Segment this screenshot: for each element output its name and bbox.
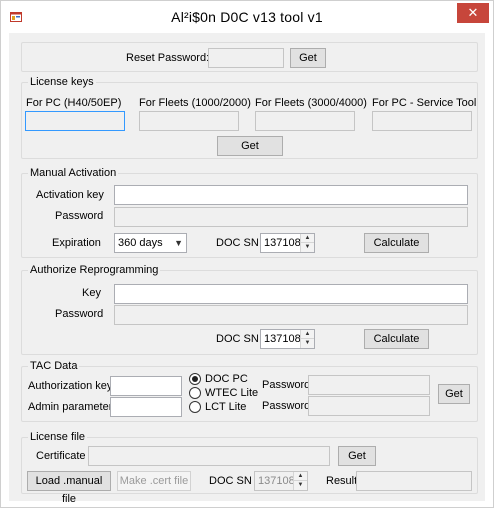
license-file-title: License file [28,431,88,444]
reprogramming-key-input[interactable] [114,284,468,304]
activation-doc-sn-updown[interactable]: ▲ ▼ [300,234,314,252]
license-keys-title: License keys [28,76,96,89]
radio-doc-pc-label: DOC PC [205,373,248,385]
license-doc-sn-updown[interactable]: ▲ ▼ [293,472,307,490]
license-service-tool-field[interactable] [372,111,472,131]
spin-up-icon[interactable]: ▲ [301,330,314,339]
radio-doc-pc-indicator [189,373,201,385]
tac-password1-label: Password [262,379,311,391]
manual-activation-group: Manual Activation Activation key Passwor… [21,167,478,258]
reprogramming-password-field[interactable] [114,305,468,325]
result-field[interactable] [356,471,472,491]
activation-key-input[interactable] [114,185,468,205]
result-label: Result [326,475,358,487]
close-icon: ✕ [467,5,479,20]
certificate-field[interactable] [88,446,330,466]
license-fleets-1000-field[interactable] [139,111,239,131]
license-keys-group: License keys For PC (H40/50EP) For Fleet… [21,76,478,159]
activation-doc-sn-value: 137108 [264,237,301,249]
radio-wtec-lite-indicator [189,387,201,399]
license-keys-get-button[interactable]: Get [217,136,283,156]
spin-up-icon[interactable]: ▲ [301,234,314,243]
radio-lct-lite-label: LCT Lite [205,401,247,413]
expiration-value: 360 days [118,237,163,249]
authorization-key-input[interactable] [110,376,182,396]
reprogramming-password-label: Password [55,308,104,320]
reprogramming-doc-sn-value: 137108 [264,333,301,345]
spin-down-icon[interactable]: ▼ [294,481,307,490]
activation-password-field[interactable] [114,207,468,227]
reprogramming-doc-sn-updown[interactable]: ▲ ▼ [300,330,314,348]
radio-doc-pc[interactable]: DOC PC [189,373,259,387]
expiration-select[interactable]: 360 days ▼ [114,233,187,253]
window-title: Al²i$0n D0C v13 tool v1 [171,9,323,25]
close-button[interactable]: ✕ [457,3,489,23]
license-doc-sn-spinner[interactable]: 137108 ▲ ▼ [254,471,308,491]
tac-password2-field[interactable] [308,396,430,416]
main-window: Al²i$0n D0C v13 tool v1 ✕ Reset Password… [0,0,494,508]
license-doc-sn-value: 137108 [258,475,295,487]
radio-wtec-lite[interactable]: WTEC Lite [189,387,259,401]
license-file-group: License file Certificate Get Load .manua… [21,431,478,505]
license-fleets-3000-field[interactable] [255,111,355,131]
expiration-label: Expiration [52,237,101,249]
spin-down-icon[interactable]: ▼ [301,339,314,348]
license-fleets-3000-label: For Fleets (3000/4000) [255,97,367,109]
tac-password1-field[interactable] [308,375,430,395]
reprogramming-calculate-button[interactable]: Calculate [364,329,429,349]
reset-password-group: Reset Password: Get [21,42,478,72]
license-doc-sn-label: DOC SN [209,475,252,487]
activation-doc-sn-label: DOC SN [216,237,259,249]
tac-password2-label: Password [262,400,311,412]
authorize-reprogramming-title: Authorize Reprogramming [28,264,161,277]
license-fleets-1000-label: For Fleets (1000/2000) [139,97,251,109]
title-bar[interactable]: Al²i$0n D0C v13 tool v1 ✕ [1,1,493,33]
certificate-label: Certificate [36,450,86,462]
tac-data-title: TAC Data [28,360,80,373]
activation-key-label: Activation key [36,189,104,201]
spin-down-icon[interactable]: ▼ [301,243,314,252]
tac-get-button[interactable]: Get [438,384,470,404]
admin-parameters-input[interactable] [110,397,182,417]
activation-doc-sn-spinner[interactable]: 137108 ▲ ▼ [260,233,315,253]
authorize-reprogramming-group: Authorize Reprogramming Key Password DOC… [21,264,478,355]
reset-password-get-button[interactable]: Get [290,48,326,68]
admin-parameters-label: Admin parameters [28,401,118,413]
license-pc-label: For PC (H40/50EP) [26,97,122,109]
reset-password-field[interactable] [208,48,284,68]
load-manual-file-button[interactable]: Load .manual file [27,471,111,505]
reprogramming-doc-sn-spinner[interactable]: 137108 ▲ ▼ [260,329,315,349]
make-cert-file-button[interactable]: Make .cert file [117,471,191,491]
license-pc-field[interactable] [25,111,125,131]
spin-up-icon[interactable]: ▲ [294,472,307,481]
activation-calculate-button[interactable]: Calculate [364,233,429,253]
radio-lct-lite[interactable]: LCT Lite [189,401,259,415]
reset-password-label: Reset Password: [126,52,210,64]
activation-password-label: Password [55,210,104,222]
radio-wtec-lite-label: WTEC Lite [205,387,259,399]
authorization-key-label: Authorization key [28,380,113,392]
client-area: Reset Password: Get License keys For PC … [9,33,485,505]
radio-lct-lite-indicator [189,401,201,413]
reprogramming-key-label: Key [82,287,101,299]
manual-activation-title: Manual Activation [28,167,119,180]
chevron-down-icon: ▼ [174,238,183,248]
reprogramming-doc-sn-label: DOC SN [216,333,259,345]
tac-data-group: TAC Data Authorization key Admin paramet… [21,360,478,422]
license-service-tool-label: For PC - Service Tool [372,97,477,109]
certificate-get-button[interactable]: Get [338,446,376,466]
